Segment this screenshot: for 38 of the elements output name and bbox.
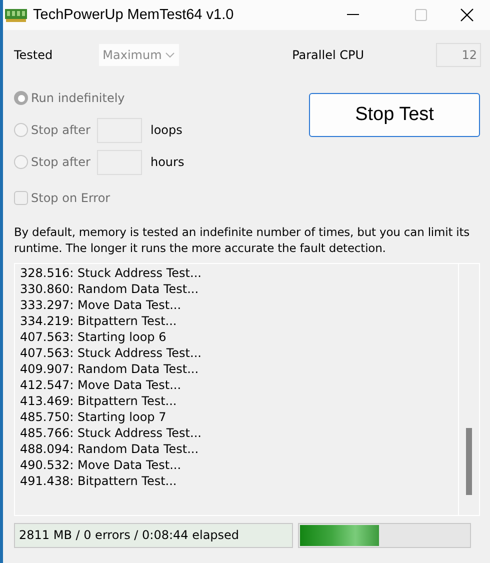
chevron-down-icon[interactable] xyxy=(164,52,175,58)
scrollbar-thumb[interactable] xyxy=(466,428,472,495)
log-line: 328.516: Stuck Address Test... xyxy=(20,265,202,281)
radio-label: Stop after xyxy=(31,155,90,169)
log-line: 334.219: Bitpattern Test... xyxy=(20,313,178,329)
parallel-cpu-label: Parallel CPU xyxy=(292,48,364,62)
tested-label: Tested xyxy=(14,48,53,62)
checkbox-label: Stop on Error xyxy=(31,191,110,205)
radio-button[interactable] xyxy=(14,155,28,169)
log-line: 333.297: Move Data Test... xyxy=(20,297,182,313)
log-line: 485.766: Stuck Address Test... xyxy=(20,425,202,441)
minimize-icon[interactable] xyxy=(347,14,359,16)
radio-label: Run indefinitely xyxy=(31,91,125,105)
log-line: 412.547: Move Data Test... xyxy=(20,377,182,393)
unit-label: loops xyxy=(150,123,182,137)
window-title: TechPowerUp MemTest64 v1.0 xyxy=(33,7,235,23)
parallel-cpu-field[interactable]: 12 xyxy=(436,43,481,67)
tested-dropdown[interactable]: Maximum xyxy=(98,44,179,66)
log-line: 330.860: Random Data Test... xyxy=(20,281,200,297)
log-line: 413.469: Bitpattern Test... xyxy=(20,393,178,409)
log-line: 491.438: Bitpattern Test... xyxy=(20,473,178,489)
description-text: By default, memory is tested an indefinite number of times, but you can limit its runtime. The longer it runs the more accurate the fault detection. xyxy=(14,224,471,256)
log-line: 407.563: Stuck Address Test... xyxy=(20,345,202,361)
log-line: 409.907: Random Data Test... xyxy=(20,361,200,377)
maximize-icon[interactable] xyxy=(415,9,427,21)
log-line: 488.094: Random Data Test... xyxy=(20,441,200,457)
close-icon[interactable] xyxy=(460,8,474,22)
checkbox[interactable] xyxy=(14,191,28,205)
unit-label: hours xyxy=(150,155,184,169)
log-line: 485.750: Starting loop 7 xyxy=(20,409,168,425)
log-line: 407.563: Starting loop 6 xyxy=(20,329,168,345)
status-text: 2811 MB / 0 errors / 0:08:44 elapsed xyxy=(14,523,293,548)
radio-label: Stop after xyxy=(31,123,90,137)
radio-button[interactable] xyxy=(14,123,28,137)
stop-test-button[interactable]: Stop Test xyxy=(309,93,480,137)
memory-module-icon xyxy=(5,8,27,22)
log-line: 490.532: Move Data Test... xyxy=(20,457,182,473)
radio-button[interactable] xyxy=(14,91,28,105)
